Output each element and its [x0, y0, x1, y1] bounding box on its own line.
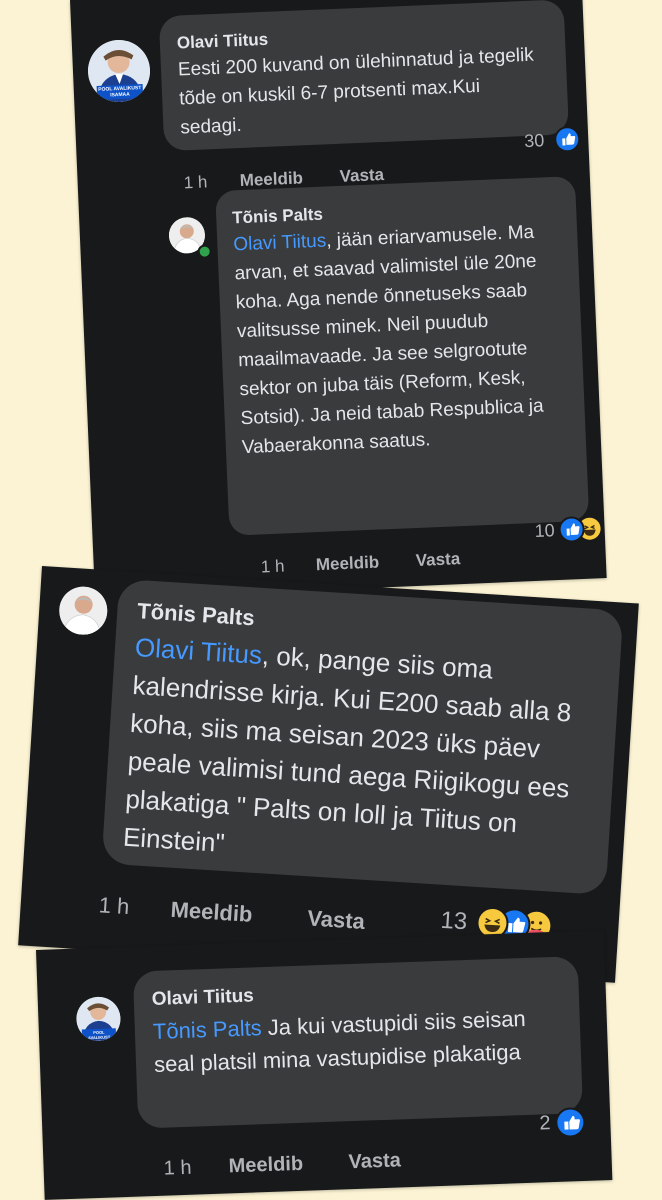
comment-author[interactable]: Olavi Tiitus: [151, 985, 254, 1011]
reaction-count[interactable]: 10: [534, 520, 555, 542]
avatar-tonis-palts[interactable]: [57, 585, 109, 637]
online-status-dot: [197, 244, 212, 259]
avatar-caption: POOL AVALIKUST ISAMAA: [98, 85, 142, 99]
comment-bubble: Tõnis Palts Olavi Tiitus, ok, pange siis…: [101, 578, 624, 896]
comment-card-3: POOL AVALIKUST ISAMAA Olavi Tiitus Tõnis…: [36, 930, 613, 1200]
comment-author[interactable]: Olavi Tiitus: [176, 30, 268, 54]
comment-text-block: Olavi Tiitus, ok, pange siis oma kalendr…: [122, 628, 605, 885]
mention-link[interactable]: Olavi Tiitus: [134, 632, 263, 670]
reaction-count-value: 2: [538, 1112, 551, 1135]
comment-author[interactable]: Tõnis Palts: [137, 598, 256, 631]
like-button[interactable]: Meeldib: [228, 1153, 303, 1179]
avatar-olavi-tiitus[interactable]: POOL AVALIKUST ISAMAA: [86, 38, 152, 104]
like-icon: [553, 125, 581, 153]
reaction-count[interactable]: 13: [440, 907, 468, 937]
comment-card-2: Tõnis Palts Olavi Tiitus, ok, pange siis…: [18, 566, 639, 983]
avatar-olavi-tiitus[interactable]: POOL AVALIKUST ISAMAA: [75, 996, 122, 1042]
like-button[interactable]: Meeldib: [170, 897, 253, 928]
avatar-caption: POOL AVALIKUST ISAMAA: [87, 1029, 111, 1042]
like-button[interactable]: Meeldib: [315, 553, 379, 576]
comment-time[interactable]: 1 h: [261, 557, 285, 578]
comment-bubble: Olavi Tiitus Tõnis Palts Ja kui vastupid…: [132, 956, 584, 1129]
like-icon: [554, 1106, 586, 1138]
comment-text-block: Olavi Tiitus, jään eriarvamusele. Ma arv…: [233, 217, 567, 462]
comment-text: , jään eriarvamusele. Ma arvan, et saava…: [234, 221, 544, 459]
like-icon: [558, 515, 586, 543]
reaction-count[interactable]: 2: [539, 1112, 551, 1135]
comment-time[interactable]: 1 h: [98, 892, 130, 920]
reply-button[interactable]: Vasta: [348, 1149, 401, 1174]
comment-time[interactable]: 1 h: [183, 172, 207, 193]
comment-card-1: POOL AVALIKUST ISAMAA Olavi Tiitus Eesti…: [70, 0, 607, 600]
comment-bubble: Olavi Tiitus Eesti 200 kuvand on ülehinn…: [158, 0, 570, 152]
reaction-count-value: 10: [534, 520, 556, 541]
reaction-count-value: 30: [523, 130, 545, 152]
reaction-count-value: 13: [439, 906, 469, 936]
comment-author[interactable]: Tõnis Palts: [232, 205, 323, 229]
reply-button[interactable]: Vasta: [415, 549, 460, 571]
comment-text: Eesti 200 kuvand on ülehinnatud ja tegel…: [177, 44, 535, 139]
reply-button[interactable]: Vasta: [307, 905, 366, 935]
comment-text-block: Tõnis Palts Ja kui vastupidi siis seisan…: [152, 1001, 559, 1081]
comment-text: , ok, pange siis oma kalendrisse kirja. …: [122, 640, 573, 858]
comment-bubble: Tõnis Palts Olavi Tiitus, jään eriarvamu…: [215, 176, 590, 536]
mention-link[interactable]: Olavi Tiitus: [233, 230, 327, 255]
reaction-count[interactable]: 30: [524, 130, 545, 152]
comment-time[interactable]: 1 h: [163, 1157, 192, 1181]
mention-link[interactable]: Tõnis Palts: [152, 1015, 262, 1044]
